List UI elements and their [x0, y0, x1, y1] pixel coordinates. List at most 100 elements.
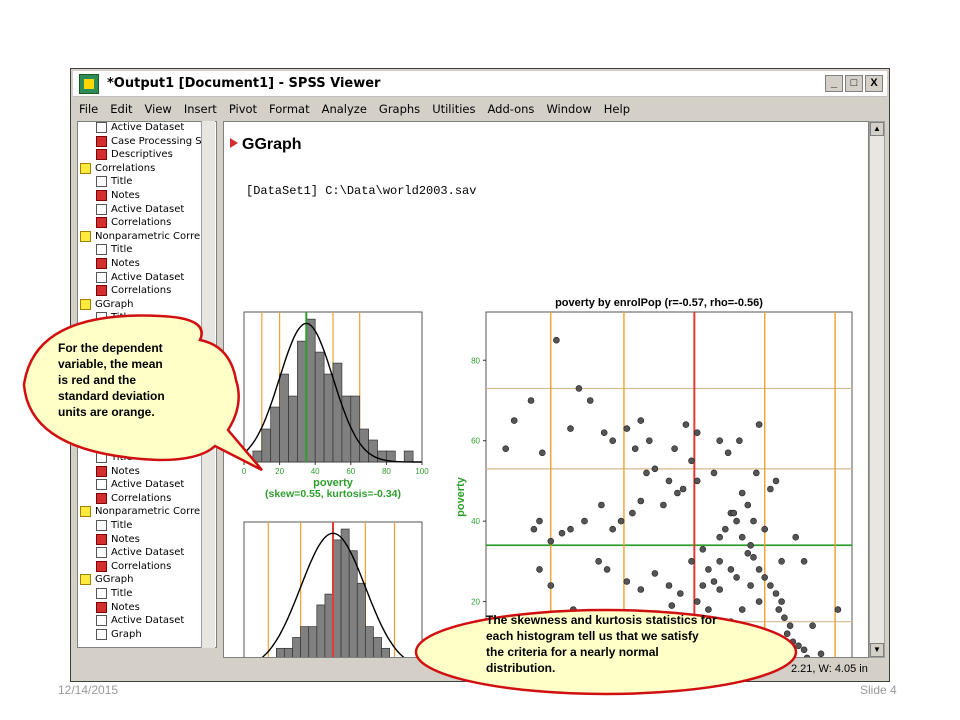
tree-item-label: Notes — [111, 465, 140, 477]
menu-help[interactable]: Help — [598, 102, 636, 116]
scatter-point — [727, 566, 735, 573]
y-axis-label: poverty — [455, 476, 467, 517]
page-icon — [96, 520, 107, 531]
scroll-down-icon[interactable]: ▼ — [870, 643, 884, 657]
scatter-point — [575, 385, 583, 392]
scatter-point — [761, 654, 768, 657]
scatter-point — [789, 638, 797, 646]
tree-item[interactable]: Case Processing Su — [96, 135, 208, 147]
tree-item[interactable]: Title — [96, 176, 132, 188]
tree-item[interactable]: Correlations — [96, 492, 171, 504]
tree-item-label: Active Dataset — [111, 615, 185, 627]
tree-item[interactable]: Active Dataset — [96, 122, 184, 133]
histogram-bar — [332, 362, 343, 463]
histogram-bar — [314, 351, 325, 463]
tree-item[interactable]: Correlations — [96, 560, 171, 572]
charts-canvas: 0 20 40 60 80 100 poverty (skew=0.55, kurtosis=… — [242, 297, 853, 657]
x-tick-label: 100 — [415, 467, 429, 476]
scatter-point — [598, 501, 605, 509]
scatter-point — [643, 469, 650, 477]
tree-item-label: Active Dataset — [111, 479, 185, 491]
histogram-bar — [332, 539, 342, 657]
tree-item[interactable]: Title — [96, 452, 132, 463]
histogram-bar — [356, 582, 366, 657]
output-scrollbar[interactable]: ▲ ▼ — [869, 121, 885, 658]
tree-item[interactable]: Title — [96, 312, 132, 324]
scatter-point — [665, 582, 673, 589]
histogram-bar — [300, 626, 310, 657]
scatter-point — [783, 630, 791, 638]
page-icon — [96, 452, 107, 463]
scatter-title: poverty by enrolPop (r=-0.57, rho=-0.56) — [555, 297, 763, 309]
x-tick-label: 40 — [311, 467, 320, 476]
page-icon — [96, 628, 107, 640]
menu-view[interactable]: View — [139, 102, 178, 116]
tree-item[interactable]: Active Dataset — [96, 615, 185, 627]
menu-analyze[interactable]: Analyze — [316, 102, 373, 116]
tree-item[interactable]: Title — [96, 520, 132, 531]
scroll-up-icon[interactable]: ▲ — [870, 122, 884, 136]
tree-item[interactable]: Active Dataset — [96, 271, 184, 283]
histogram-bar — [316, 604, 326, 657]
footer-slide-number: Slide 4 — [860, 683, 897, 697]
scatter-point — [660, 501, 667, 509]
scatter-point — [710, 578, 718, 585]
tree-item-label: GGraph — [95, 298, 134, 310]
menu-pivot[interactable]: Pivot — [223, 102, 263, 116]
x-tick-label: 0 — [242, 467, 247, 476]
scatter-point — [747, 541, 754, 549]
tree-item[interactable]: Active Dataset — [96, 547, 184, 559]
menu-graphs[interactable]: Graphs — [373, 102, 426, 116]
tree-item[interactable]: Active Dataset — [96, 479, 185, 491]
tree-item[interactable]: Notes — [96, 465, 140, 477]
scatter-point — [775, 606, 783, 613]
book-icon — [80, 230, 91, 242]
histogram-bar — [368, 439, 378, 463]
tree-item-label: GGraph — [95, 574, 134, 586]
scatter-point — [693, 477, 701, 485]
histogram-bar — [341, 395, 352, 463]
minimize-button[interactable]: _ — [825, 75, 843, 92]
menu-format[interactable]: Format — [263, 102, 316, 116]
spss-app-icon — [79, 73, 99, 94]
callout-line: The skewness and kurtosis statistics for — [486, 613, 717, 627]
scatter-point — [629, 509, 636, 517]
tree-item[interactable]: Nonparametric Correlatio — [80, 506, 216, 518]
tree-item[interactable]: Correlations — [96, 217, 172, 229]
scatter-point — [676, 590, 684, 597]
output-pane[interactable]: GGraph [DataSet1] C:\Data\world2003.sav … — [223, 121, 869, 658]
tree-item[interactable]: Descriptives — [96, 149, 173, 161]
scatter-point — [716, 437, 724, 445]
title-bar[interactable]: *Output1 [Document1] - SPSS Viewer _ □ X — [73, 71, 887, 97]
tree-item[interactable]: Nonparametric Correlatio — [80, 230, 216, 242]
tree-item[interactable]: Graph — [96, 628, 142, 640]
tree-item[interactable]: GGraph — [80, 574, 134, 586]
tree-item[interactable]: Notes — [96, 601, 140, 613]
scatter-point — [547, 582, 555, 589]
scatter-point — [665, 477, 673, 485]
menu-window[interactable]: Window — [540, 102, 597, 116]
scatter-point — [623, 578, 631, 585]
tree-item[interactable]: Active Dataset — [96, 203, 184, 215]
tree-item[interactable]: Title — [96, 588, 132, 599]
tree-item[interactable]: Notes — [96, 190, 140, 201]
page-icon — [96, 312, 107, 324]
tree-item-label: Title — [111, 244, 133, 256]
scatter-point — [710, 469, 718, 477]
menu-file[interactable]: File — [73, 102, 104, 116]
tree-item[interactable]: GGraph — [80, 298, 134, 310]
tree-item-label: Correlations — [111, 217, 172, 229]
tree-item[interactable]: Title — [96, 244, 133, 256]
tree-item[interactable]: Correlations — [80, 162, 155, 174]
tree-item[interactable]: Correlations — [96, 285, 171, 297]
menu-edit[interactable]: Edit — [104, 102, 138, 116]
menu-addons[interactable]: Add-ons — [481, 102, 540, 116]
menu-insert[interactable]: Insert — [178, 102, 223, 116]
menu-utilities[interactable]: Utilities — [426, 102, 481, 116]
maximize-button[interactable]: □ — [845, 75, 863, 92]
tree-item[interactable]: Notes — [96, 258, 140, 269]
scatter-point — [586, 397, 594, 404]
tree-item[interactable]: Notes — [96, 533, 140, 545]
close-button[interactable]: X — [865, 75, 883, 92]
tree-item-label: Notes — [111, 258, 140, 269]
